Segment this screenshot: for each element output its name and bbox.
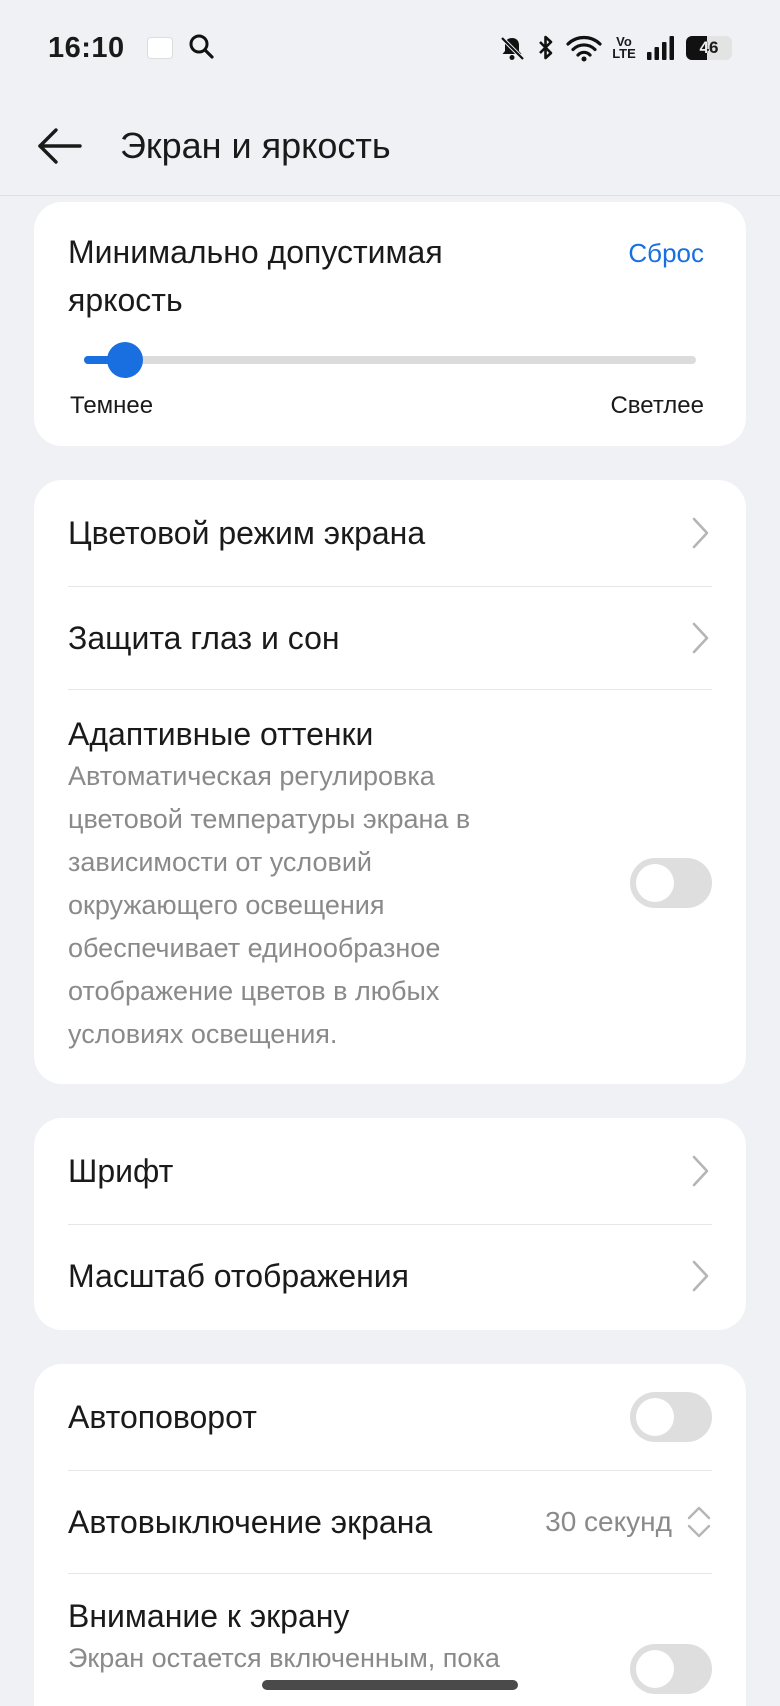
eye-protection-row[interactable]: Защита глаз и сон (68, 587, 712, 689)
screen-attention-label: Внимание к экрану (68, 1598, 350, 1634)
screen-timeout-value: 30 секунд (545, 1506, 672, 1537)
screen-timeout-row[interactable]: Автовыключение экрана 30 секунд (68, 1471, 712, 1573)
toggle-knob (636, 1650, 674, 1688)
status-left: 16:10 (48, 32, 215, 65)
font-scale-card: Шрифт Масштаб отображения (34, 1118, 746, 1330)
status-bar: 16:10 Vo LTE 46 (0, 0, 780, 96)
adaptive-tones-text: Адаптивные оттенки Автоматическая регули… (68, 690, 518, 1056)
display-settings-card: Цветовой режим экрана Защита глаз и сон … (34, 480, 746, 1084)
status-right: Vo LTE 46 (498, 34, 732, 62)
color-mode-row[interactable]: Цветовой режим экрана (68, 480, 712, 586)
back-button[interactable] (0, 96, 120, 196)
display-scale-row[interactable]: Масштаб отображения (68, 1225, 712, 1327)
toggle-knob (636, 1398, 674, 1436)
slider-min-label: Темнее (70, 392, 154, 419)
screen-attention-toggle[interactable] (630, 1644, 712, 1694)
font-label: Шрифт (68, 1152, 174, 1189)
chevron-up-down-icon (687, 1506, 711, 1538)
chevron-right-icon (692, 517, 709, 549)
auto-rotate-toggle[interactable] (630, 1392, 712, 1442)
slider-thumb[interactable] (107, 342, 144, 378)
chevron-right-icon (692, 622, 709, 654)
display-scale-label: Масштаб отображения (68, 1257, 409, 1294)
brightness-slider[interactable] (84, 342, 696, 378)
bell-muted-icon (498, 34, 526, 62)
battery-level: 46 (699, 38, 719, 57)
wifi-icon (566, 34, 602, 62)
screen-attention-text: Внимание к экрану Экран остается включен… (68, 1574, 588, 1680)
font-row[interactable]: Шрифт (68, 1118, 712, 1224)
reset-button[interactable]: Сброс (628, 238, 704, 269)
bluetooth-icon (536, 34, 556, 62)
search-icon (187, 32, 215, 65)
screen-behavior-card: Автоповорот Автовыключение экрана 30 сек… (34, 1364, 746, 1706)
screen-timeout-label: Автовыключение экрана (68, 1503, 433, 1540)
chevron-right-icon (692, 1260, 709, 1292)
chevron-right-icon (692, 1155, 709, 1187)
home-indicator[interactable] (262, 1680, 518, 1690)
adaptive-tones-toggle[interactable] (630, 858, 712, 908)
adaptive-tones-description: Автоматическая регулировка цветовой темп… (68, 761, 471, 1049)
page-title: Экран и яркость (120, 124, 391, 166)
adaptive-tones-row[interactable]: Адаптивные оттенки Автоматическая регули… (68, 690, 712, 1084)
slider-max-label: Светлее (610, 392, 704, 419)
app-notification-icon (146, 37, 173, 59)
app-bar: Экран и яркость (0, 96, 780, 196)
auto-rotate-label: Автоповорот (68, 1398, 257, 1435)
screen-attention-description: Экран остается включенным, пока (68, 1643, 500, 1673)
battery-icon: 46 (686, 36, 732, 60)
arrow-left-icon (38, 127, 82, 164)
auto-rotate-row[interactable]: Автоповорот (68, 1364, 712, 1470)
brightness-card: Минимально допустимая яркость Сброс Темн… (34, 202, 746, 446)
status-time: 16:10 (48, 31, 125, 64)
color-mode-label: Цветовой режим экрана (68, 514, 426, 551)
brightness-title: Минимально допустимая яркость (68, 234, 443, 318)
volte-icon: Vo LTE (612, 34, 636, 61)
signal-icon (646, 35, 676, 61)
adaptive-tones-label: Адаптивные оттенки (68, 716, 374, 752)
eye-protection-label: Защита глаз и сон (68, 619, 340, 656)
toggle-knob (636, 864, 674, 902)
